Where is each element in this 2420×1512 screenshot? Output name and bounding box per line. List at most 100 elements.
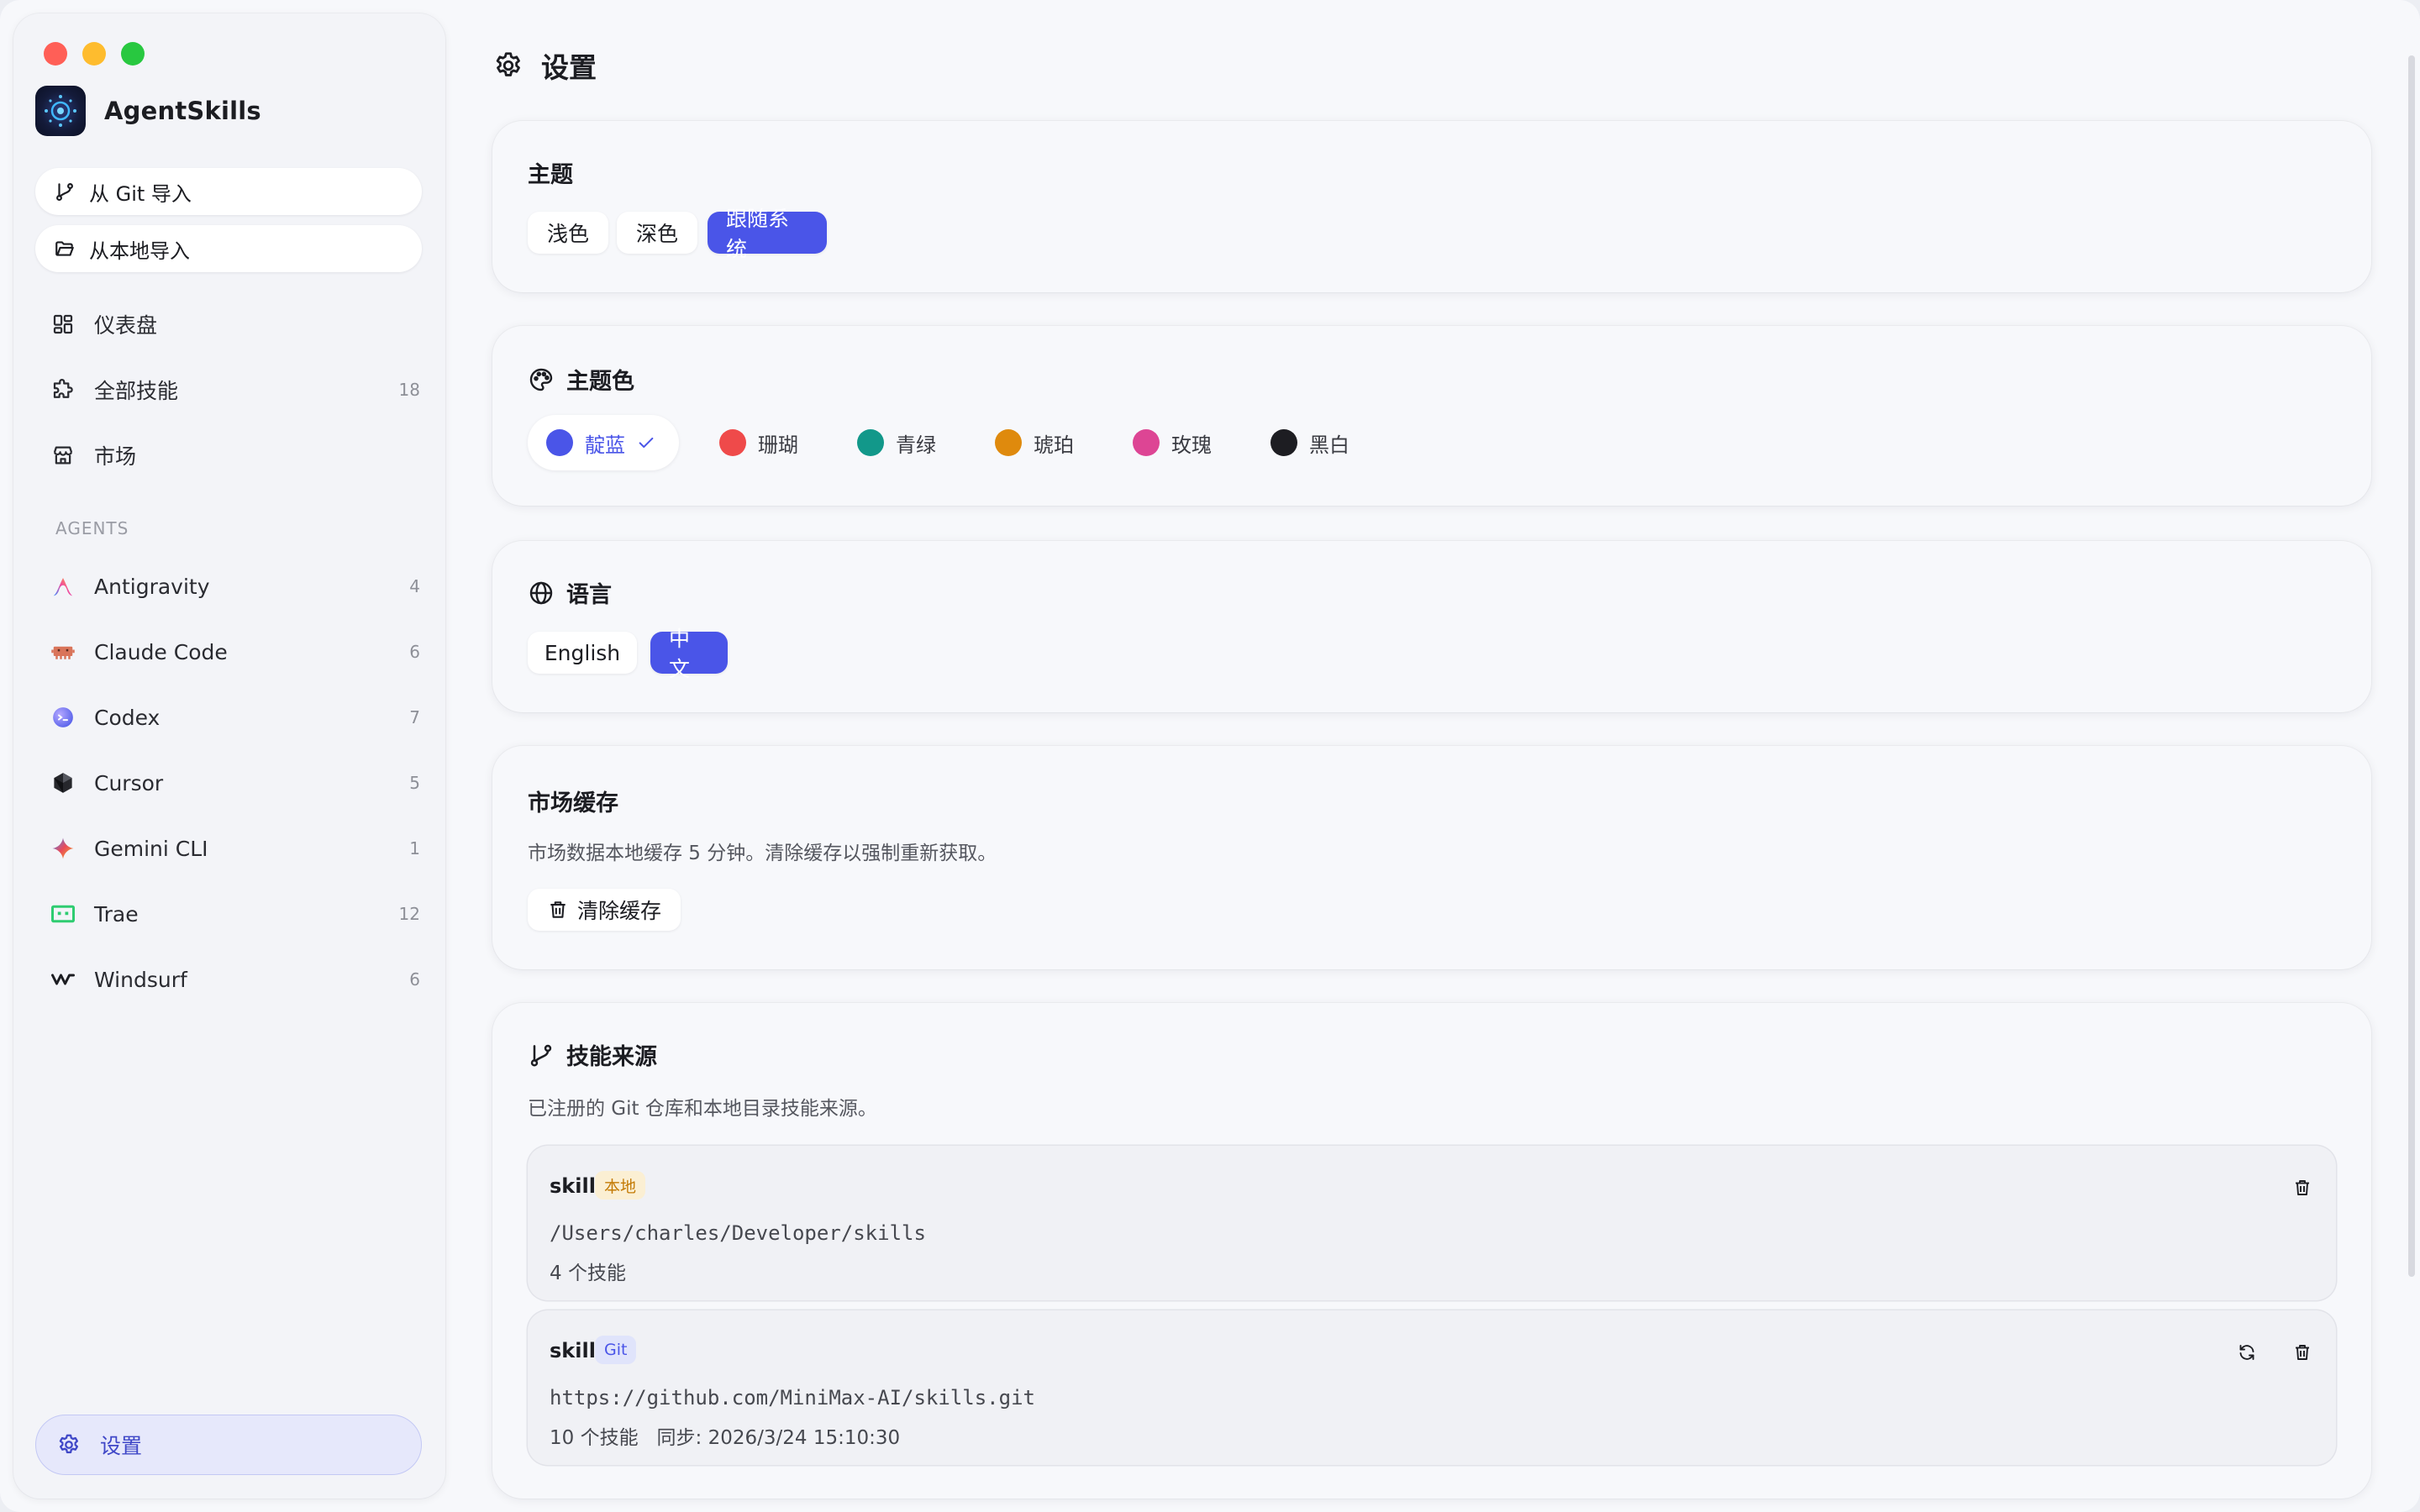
sources-title: 技能来源	[528, 1038, 657, 1071]
color-dot	[1133, 429, 1160, 456]
puzzle-icon	[50, 377, 76, 402]
sidebar-item-label: 全部技能	[94, 379, 179, 403]
cache-description: 市场数据本地缓存 5 分钟。清除缓存以强制重新获取。	[528, 843, 997, 864]
sidebar-item-label: Antigravity	[94, 574, 210, 599]
accent-option-label: 琥珀	[1034, 433, 1074, 457]
page-title: 设置	[492, 45, 597, 86]
close-window-button[interactable]	[44, 42, 67, 66]
git-branch-icon	[528, 1042, 555, 1068]
clear-cache-label: 清除缓存	[576, 899, 661, 923]
codex-icon	[50, 705, 76, 730]
sidebar-item-codex[interactable]: Codex 7	[50, 694, 420, 741]
accent-option-rose[interactable]: 玫瑰	[1133, 415, 1212, 470]
trash-icon	[2292, 1342, 2312, 1362]
accent-option-amber[interactable]: 琥珀	[995, 415, 1074, 470]
accent-option-coral[interactable]: 珊瑚	[719, 415, 798, 470]
git-branch-icon	[54, 181, 76, 202]
gemini-icon	[50, 836, 76, 861]
sidebar-item-all-skills[interactable]: 全部技能 18	[50, 366, 420, 413]
nav-count: 7	[409, 707, 420, 727]
folder-open-icon	[54, 238, 76, 260]
color-dot	[995, 429, 1022, 456]
check-icon	[637, 433, 655, 452]
sidebar-item-market[interactable]: 市场	[50, 432, 420, 479]
sidebar-item-claude-code[interactable]: Claude Code 6	[50, 628, 420, 675]
antigravity-icon	[50, 574, 76, 599]
accent-option-label: 黑白	[1309, 433, 1349, 457]
globe-icon	[528, 580, 555, 606]
import-local-label: 从本地导入	[89, 239, 190, 263]
language-option-english[interactable]: English	[528, 632, 637, 674]
source-meta: 10 个技能 同步: 2026/3/24 15:10:30	[550, 1427, 901, 1449]
color-dot	[719, 429, 746, 456]
clear-cache-button[interactable]: 清除缓存	[528, 889, 681, 931]
source-badge-local: 本地	[595, 1171, 646, 1200]
import-git-label: 从 Git 导入	[89, 181, 192, 206]
accent-option-indigo[interactable]: 靛蓝	[528, 415, 679, 470]
theme-card: 主题 浅色 深色 跟随系统	[492, 121, 2371, 292]
language-card: 语言 English 中文	[492, 541, 2371, 712]
gear-icon	[56, 1432, 82, 1457]
nav-count: 6	[409, 642, 420, 662]
source-badge-git: Git	[595, 1336, 637, 1364]
app-name: AgentSkills	[104, 97, 261, 125]
accent-option-label: 玫瑰	[1171, 433, 1212, 457]
cursor-icon	[50, 770, 76, 795]
trae-icon	[50, 901, 76, 927]
zoom-window-button[interactable]	[121, 42, 145, 66]
sidebar-item-label: Gemini CLI	[94, 836, 208, 861]
color-dot	[546, 429, 573, 456]
language-title-text: 语言	[566, 582, 612, 608]
sync-source-button[interactable]	[2230, 1336, 2264, 1369]
accent-color-card: 主题色 靛蓝 珊瑚 青绿 琥珀 玫瑰 黑白	[492, 326, 2371, 506]
store-icon	[50, 443, 76, 468]
windsurf-icon	[50, 967, 76, 992]
sidebar-item-label: 仪表盘	[94, 313, 158, 338]
accent-option-label: 青绿	[896, 433, 936, 457]
gear-icon	[492, 50, 524, 81]
sidebar-item-gemini-cli[interactable]: Gemini CLI 1	[50, 825, 420, 872]
source-meta: 4 个技能	[550, 1263, 626, 1284]
refresh-icon	[2237, 1342, 2257, 1362]
main-scrollbar[interactable]	[2408, 55, 2415, 1277]
import-git-button[interactable]: 从 Git 导入	[35, 168, 422, 215]
trash-icon	[547, 899, 569, 921]
nav-count: 4	[409, 576, 420, 596]
source-item-git: skills Git https://github.com/MiniMax-AI…	[528, 1310, 2336, 1465]
delete-source-button[interactable]	[2286, 1336, 2319, 1369]
agents-section-label: AGENTS	[55, 518, 129, 538]
sidebar-item-dashboard[interactable]: 仪表盘	[50, 301, 420, 348]
sidebar-item-cursor[interactable]: Cursor 5	[50, 759, 420, 806]
claude-code-icon	[50, 639, 76, 664]
language-option-chinese[interactable]: 中文	[650, 627, 728, 681]
sidebar-item-label: Claude Code	[94, 639, 228, 664]
accent-option-mono[interactable]: 黑白	[1270, 415, 1349, 470]
nav-count: 5	[409, 773, 420, 793]
accent-option-teal[interactable]: 青绿	[857, 415, 936, 470]
source-item-local: skills 本地 /Users/charles/Developer/skill…	[528, 1146, 2336, 1300]
sources-description: 已注册的 Git 仓库和本地目录技能来源。	[528, 1098, 877, 1120]
trash-icon	[2292, 1178, 2312, 1198]
import-local-button[interactable]: 从本地导入	[35, 225, 422, 272]
sidebar-item-settings[interactable]: 设置	[35, 1415, 422, 1475]
theme-option-dark[interactable]: 深色	[617, 212, 697, 254]
color-dot	[857, 429, 884, 456]
delete-source-button[interactable]	[2286, 1171, 2319, 1205]
sources-title-text: 技能来源	[566, 1044, 657, 1070]
theme-title: 主题	[528, 156, 573, 189]
theme-option-light[interactable]: 浅色	[528, 212, 608, 254]
accent-title: 主题色	[528, 363, 634, 396]
accent-option-label: 靛蓝	[585, 433, 625, 457]
theme-option-system[interactable]: 跟随系统	[708, 207, 827, 261]
minimize-window-button[interactable]	[82, 42, 106, 66]
skill-sources-card: 技能来源 已注册的 Git 仓库和本地目录技能来源。 skills 本地 /Us…	[492, 1003, 2371, 1499]
accent-title-text: 主题色	[566, 369, 634, 395]
sidebar-item-windsurf[interactable]: Windsurf 6	[50, 956, 420, 1003]
nav-count: 1	[409, 838, 420, 858]
market-cache-card: 市场缓存 市场数据本地缓存 5 分钟。清除缓存以强制重新获取。 清除缓存	[492, 746, 2371, 969]
sidebar-item-antigravity[interactable]: Antigravity 4	[50, 563, 420, 610]
sidebar-item-trae[interactable]: Trae 12	[50, 890, 420, 937]
brand: AgentSkills	[35, 86, 261, 136]
theme-title-text: 主题	[528, 162, 573, 188]
sidebar-item-label: Trae	[94, 901, 139, 927]
